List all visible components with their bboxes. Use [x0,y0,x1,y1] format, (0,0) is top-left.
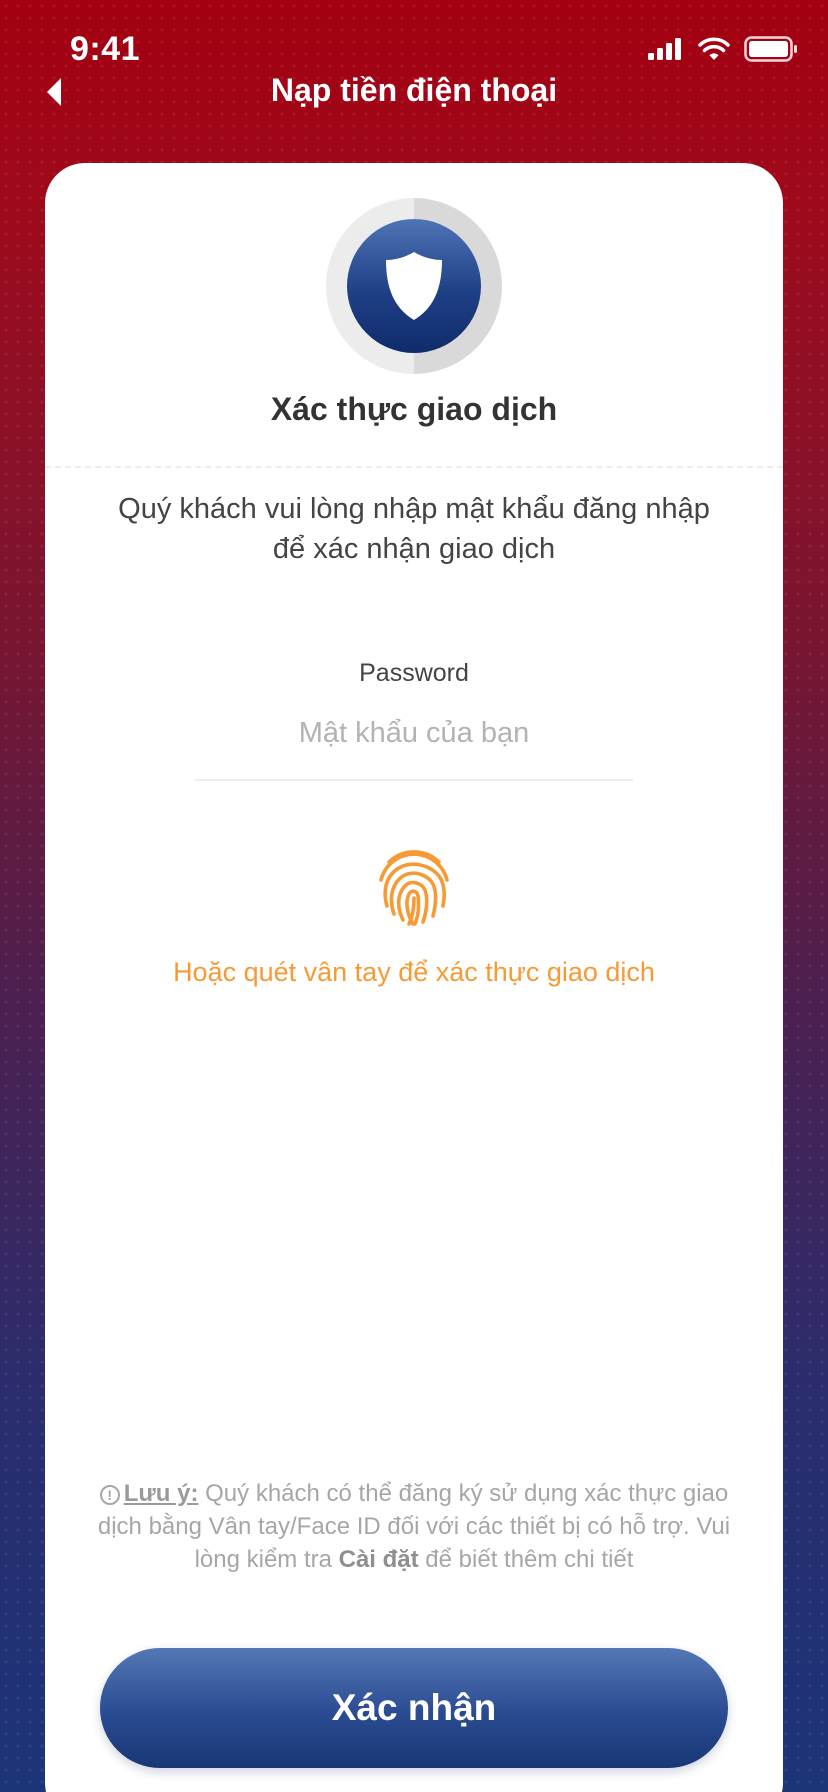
settings-link-text: Cài đặt [338,1546,419,1573]
password-label: Password [359,659,469,687]
fingerprint-icon [379,850,449,926]
password-underline [195,779,633,781]
divider [45,466,783,468]
status-icons [648,36,798,62]
confirm-button[interactable]: Xác nhận [100,1648,728,1768]
fingerprint-hint[interactable]: Hoặc quét vân tay để xác thực giao dịch [45,957,783,988]
signal-icon [648,38,681,60]
info-icon: ! [99,1485,120,1505]
note-text: ! Lưu ý: Quý khách có thể đăng ký sử dụng… [97,1480,731,1573]
shield-badge [326,198,502,374]
battery-icon [744,36,797,62]
shield-icon [386,252,442,320]
wifi-icon [698,37,730,60]
note-label: Lưu ý: [123,1480,199,1507]
password-input[interactable] [195,705,633,761]
nav-bar: Nạp tiền điện thoại [0,62,828,122]
card-title: Xác thực giao dịch [270,391,558,427]
page-title: Nạp tiền điện thoại [270,72,558,108]
fingerprint-button[interactable] [370,843,458,931]
instruction-text: Quý khách vui lòng nhập mật khẩu đăng nh… [118,493,710,565]
verification-card: Xác thực giao dịch Quý khách vui lòng nh… [45,163,783,1792]
